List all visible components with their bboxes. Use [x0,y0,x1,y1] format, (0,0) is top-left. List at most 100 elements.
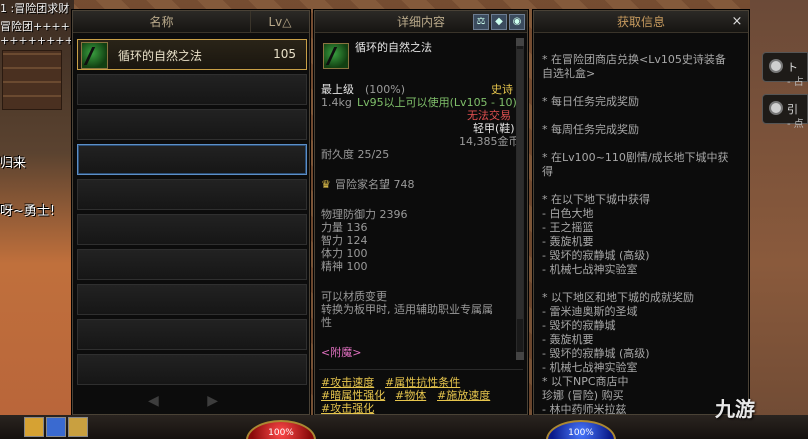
obtain-line: * 在以下地下城中获得 [542,193,650,206]
watermark-logo: 九游 [715,397,755,421]
bottom-hud [0,415,808,439]
obtain-line: * 每日任务完成奖励 [542,95,639,108]
column-name-header[interactable]: 名称 [73,11,251,32]
obtain-line: * 在Lv100~110剧情/成长地下城中获 [542,151,729,164]
item-price: 14,385金币 [459,135,520,148]
list-item[interactable]: 循环的自然之法 105 [77,39,307,70]
obtain-line: - 雷米迪奥斯的圣域 [542,305,638,318]
empty-slot[interactable] [77,214,307,245]
obtain-line: - 王之摇篮 [542,221,594,234]
guild-text: 1 :冒险团求财 [0,2,70,15]
mp-value: 100% [568,428,594,438]
level-requirement: Lv95以上可以使用(Lv105 - 10) [357,96,517,109]
empty-slot[interactable] [77,109,307,140]
compare-icon[interactable]: ⚖ [473,14,489,30]
material-note: 性 [321,316,332,329]
cabinet-prop [2,50,62,110]
npc-speech: 呀~勇士! [0,204,56,219]
obtain-line: - 机械七战神实验室 [542,361,638,374]
background-left-scene: 1 :冒险团求财 冒险团+++++ +++++++++++ 归来 呀~勇士! [0,0,74,439]
obtain-line: * 以下地区和地下城的成就奖励 [542,291,694,304]
obtain-line: 珍娜 (冒险) 购买 [542,389,624,402]
tag-area: #攻击速度 #属性抗性条件 #暗属性强化 #物体 #施放速度 #攻击强化 [319,369,523,416]
obtain-line: - 轰旋机要 [542,333,594,346]
obtain-info-window: 获取信息 × * 在冒险团商店兑换<Lv105史诗装备 自选礼盒> * 每日任务… [533,10,749,416]
column-level-header[interactable]: Lv△ [251,11,309,32]
item-icon [81,42,108,69]
obtain-line: * 在冒险团商店兑换<Lv105史诗装备 [542,53,726,66]
empty-slot[interactable] [77,74,307,105]
empty-slot[interactable] [77,249,307,280]
empty-slot[interactable] [77,144,307,175]
header-icon-group: ⚖ ◆ ◉ [473,14,525,30]
item-level: 105 [273,47,296,61]
empty-slot[interactable] [77,179,307,210]
obtain-header: 获取信息 × [534,11,748,33]
empty-slot[interactable] [77,284,307,315]
tag-link[interactable]: #攻击强化 [321,400,374,416]
guild-text: 冒险团+++++ [0,20,74,33]
page-next-icon[interactable]: ▶ [207,393,218,409]
skill-slot-icon[interactable] [46,417,66,437]
scroll-up-icon[interactable] [516,38,524,46]
stat-line: 物理防御力 2396 [321,208,408,221]
side-button-sub: - 点 [787,119,804,130]
item-weight: 1.4kg [321,96,352,109]
eye-icon[interactable]: ◉ [509,14,525,30]
obtain-title: 获取信息 [616,15,665,29]
guild-text: +++++++++++ [0,34,74,47]
material-note: 转换为板甲时, 适用辅助职业专属属 [321,303,493,316]
enchant-label: <附魔> [321,346,362,359]
durability: 耐久度 25/25 [321,148,390,161]
item-type: 轻甲(鞋) [473,122,515,135]
obtain-line: - 白色大地 [542,207,594,220]
side-button-sub: - 占 [787,77,804,88]
obtain-line: * 每周任务完成奖励 [542,123,639,136]
game-screen: 1 :冒险团求财 冒险团+++++ +++++++++++ 归来 呀~勇士! ト… [0,0,808,439]
npc-speech: 归来 [0,156,27,171]
item-list-window: 名称 Lv△ 循环的自然之法 105 ◀ ▶ [72,10,310,415]
side-quick-button[interactable]: ト - 占 [762,52,808,88]
obtain-line: - 机械七战神实验室 [542,263,638,276]
stat-line: 体力 100 [321,247,368,260]
reputation-icon: ♛ [321,178,331,191]
item-name: 循环的自然之法 [355,41,432,54]
side-quick-button[interactable]: 引 - 点 [762,94,808,130]
empty-slot[interactable] [77,319,307,350]
tag-link[interactable]: #物体 [395,387,426,403]
close-icon[interactable]: × [729,14,745,30]
obtain-line: - 毁坏的寂静城 [542,319,616,332]
hp-value: 100% [268,428,294,438]
detail-title: 详细内容 [396,15,445,29]
item-icon [323,43,349,69]
item-detail-window: 详细内容 ⚖ ◆ ◉ 循环的自然之法 最上级 (100%) 史诗 1.4kg L… [314,10,528,415]
obtain-line: - 毁坏的寂静城 (高级) [542,347,650,360]
detail-header: 详细内容 ⚖ ◆ ◉ [315,11,527,33]
toggle-knob-icon [769,101,783,115]
scroll-thumb[interactable] [517,49,523,319]
stat-line: 精神 100 [321,260,368,273]
skill-slot-icon[interactable] [24,417,44,437]
page-prev-icon[interactable]: ◀ [148,393,159,409]
item-grade-percent: (100%) [365,83,406,96]
toggle-knob-icon [769,59,783,73]
scroll-down-icon[interactable] [516,352,524,360]
trade-status: 无法交易 [467,109,511,122]
reputation: 冒险家名望 748 [335,178,415,191]
pager: ◀ ▶ [148,393,262,409]
detail-scrollbar[interactable] [516,38,524,360]
stat-line: 力量 136 [321,221,368,234]
chest-icon[interactable] [68,417,88,437]
item-name: 循环的自然之法 [118,49,203,63]
obtain-line: 自选礼盒> [542,67,596,80]
obtain-line: * 以下NPC商店中 [542,375,629,388]
tag-link[interactable]: #施放速度 [437,387,490,403]
stat-line: 智力 124 [321,234,368,247]
obtain-line: - 毁坏的寂静城 (高级) [542,249,650,262]
obtain-line: 得 [542,165,553,178]
pin-icon[interactable]: ◆ [491,14,507,30]
obtain-line: - 轰旋机要 [542,235,594,248]
item-grade: 最上级 [321,83,354,96]
empty-slot[interactable] [77,354,307,385]
material-note: 可以材质变更 [321,290,387,303]
